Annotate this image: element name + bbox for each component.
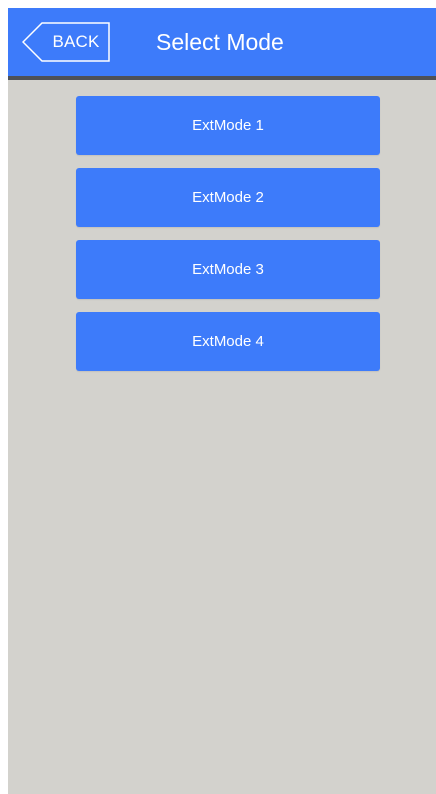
mode-list: ExtMode 1 ExtMode 2 ExtMode 3 ExtMode 4: [76, 96, 380, 384]
back-button[interactable]: BACK: [22, 22, 110, 62]
mode-button-4[interactable]: ExtMode 4: [76, 312, 380, 371]
mode-button-2[interactable]: ExtMode 2: [76, 168, 380, 227]
mode-button-1[interactable]: ExtMode 1: [76, 96, 380, 155]
app-screen: BACK Select Mode ExtMode 1 ExtMode 2 Ext…: [8, 8, 436, 794]
page-title: Select Mode: [156, 29, 284, 55]
header-bar: BACK Select Mode: [8, 8, 436, 80]
mode-button-3[interactable]: ExtMode 3: [76, 240, 380, 299]
back-button-label: BACK: [52, 32, 100, 51]
